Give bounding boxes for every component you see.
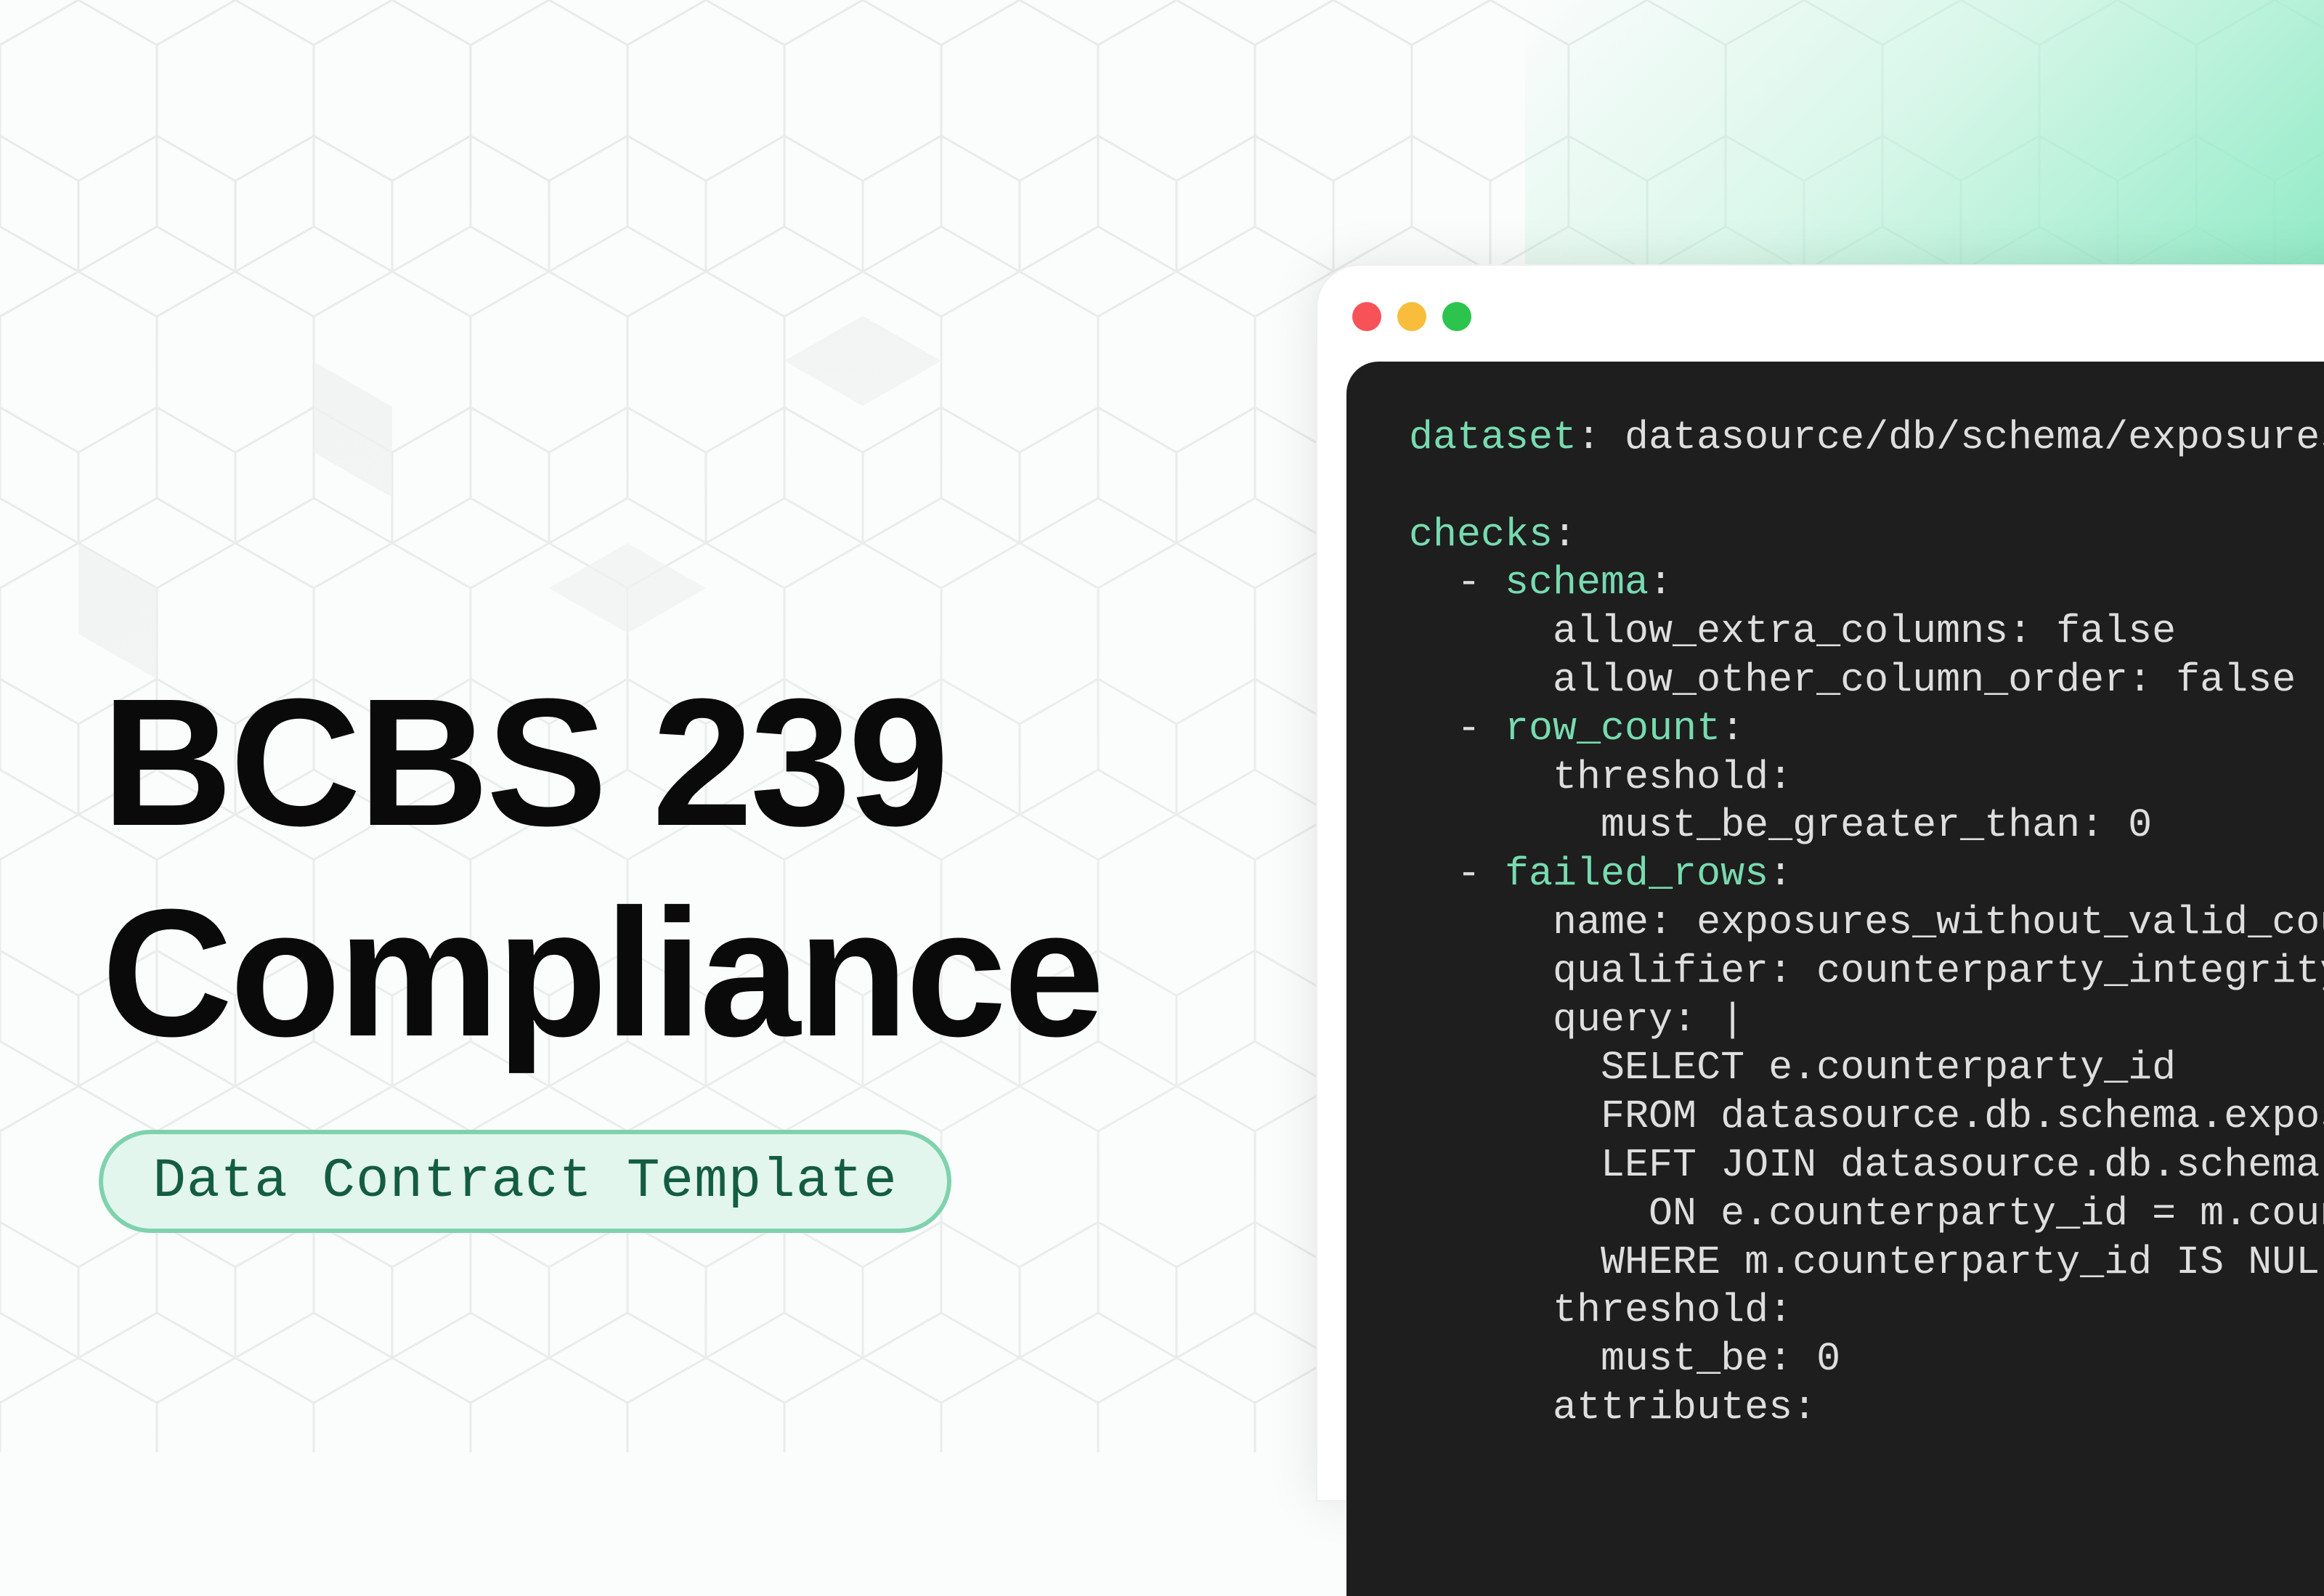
code-line: query: | [1409,996,2324,1045]
code-line: allow_extra_columns: false [1409,608,2324,656]
code-line: WHERE m.counterparty_id IS NULL [1409,1239,2324,1287]
code-text: : datasource/db/schema/exposures [1577,415,2324,460]
code-indent: - [1409,705,1506,752]
mint-gradient-glow [1525,0,2324,276]
code-key: row_count [1505,705,1721,752]
code-text: allow_extra_columns: false [1409,608,2177,655]
code-text: WHERE m.counterparty_id IS NULL [1409,1239,2324,1285]
code-text: ON e.counterparty_id = m.coun [1409,1190,2324,1237]
code-key: failed_rows [1505,851,1769,897]
code-line: attributes: [1409,1384,2324,1433]
code-line: ON e.counterparty_id = m.coun [1409,1190,2324,1239]
code-line: checks: [1409,511,2324,560]
code-indent: - [1409,851,1506,897]
code-panel: dataset: datasource/db/schema/exposures c… [1346,362,2324,1596]
page-title: BCBS 239 Compliance [102,657,1105,1078]
code-indent: - [1409,560,1506,606]
code-text: must_be: 0 [1409,1336,1841,1383]
code-text: : [1768,851,1793,897]
code-line: must_be_greater_than: 0 [1409,802,2324,850]
title-line-2: Compliance [102,871,1105,1074]
code-line: threshold: [1409,1287,2324,1335]
code-text: FROM datasource.db.schema.expos [1409,1094,2324,1140]
code-line: - schema: [1409,559,2324,608]
code-line: must_be: 0 [1409,1335,2324,1384]
code-text: : [1649,560,1673,606]
code-line: LEFT JOIN datasource.db.schema. [1409,1141,2324,1190]
code-line: dataset: datasource/db/schema/exposures [1409,414,2324,463]
code-line: name: exposures_without_valid_cou [1409,899,2324,948]
code-editor-window: dataset: datasource/db/schema/exposures c… [1316,264,2324,1596]
code-text: attributes: [1409,1384,1817,1430]
code-line: SELECT e.counterparty_id [1409,1044,2324,1093]
code-key: checks [1409,511,1553,558]
code-key: schema [1505,560,1649,606]
code-line: qualifier: counterparty_integrity [1409,948,2324,996]
minimize-dot-icon[interactable] [1397,302,1426,331]
code-text: query: | [1409,996,1745,1043]
code-text: threshold: [1409,754,1793,800]
yaml-code-block: dataset: datasource/db/schema/exposures c… [1409,414,2324,1433]
code-text: name: exposures_without_valid_cou [1409,899,2324,945]
code-text: must_be_greater_than: 0 [1409,802,2153,849]
window-controls [1352,302,1471,331]
code-line: FROM datasource.db.schema.expos [1409,1093,2324,1141]
code-text: : [1720,705,1745,752]
template-badge: Data Contract Template [99,1130,951,1233]
code-line: threshold: [1409,754,2324,802]
code-line: allow_other_column_order: false [1409,656,2324,705]
code-text: allow_other_column_order: false [1409,656,2296,703]
maximize-dot-icon[interactable] [1442,302,1471,331]
code-key: dataset [1409,415,1577,460]
title-line-1: BCBS 239 [102,661,949,863]
code-text: : [1553,511,1577,558]
code-text: SELECT e.counterparty_id [1409,1045,2177,1091]
code-line: - row_count: [1409,705,2324,754]
code-text: qualifier: counterparty_integrity [1409,948,2324,994]
close-dot-icon[interactable] [1352,302,1381,331]
code-text: LEFT JOIN datasource.db.schema. [1409,1141,2324,1188]
code-text: threshold: [1409,1287,1793,1334]
code-line: - failed_rows: [1409,850,2324,899]
